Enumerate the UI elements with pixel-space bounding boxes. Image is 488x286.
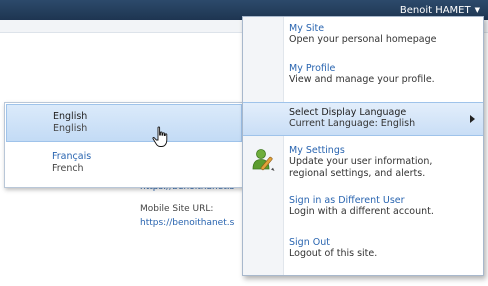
submenu-arrow-icon [470, 115, 475, 123]
menu-item-description-line-1: Update your user information, [289, 156, 433, 167]
menu-item-title: Sign in as Different User [289, 195, 405, 206]
language-english-name: French [52, 163, 84, 174]
language-option-english[interactable]: English English [6, 104, 242, 142]
menu-item-my-site[interactable]: My Site Open your personal homepage [243, 23, 483, 53]
menu-item-description: View and manage your profile. [289, 74, 435, 85]
language-option-french[interactable]: Français French [6, 145, 242, 183]
menu-item-description: Current Language: English [289, 118, 416, 129]
hand-pointer-icon [152, 126, 168, 147]
menu-item-my-profile[interactable]: My Profile View and manage your profile. [243, 63, 483, 93]
menu-item-my-settings[interactable]: My Settings Update your user information… [243, 145, 483, 187]
menu-item-description: Open your personal homepage [289, 34, 437, 45]
language-flyout-menu: English English Français French [4, 102, 244, 188]
mobile-site-url-link[interactable]: https://benoithanet.s [140, 218, 234, 228]
menu-item-sign-in-different-user[interactable]: Sign in as Different User Login with a d… [243, 195, 483, 225]
language-native-name: Français [52, 151, 92, 162]
menu-item-title: My Site [289, 23, 325, 34]
menu-item-title: Sign Out [289, 237, 330, 248]
menu-item-title: Select Display Language [289, 107, 407, 118]
language-native-name: English [53, 111, 88, 122]
language-english-name: English [53, 123, 88, 134]
menu-item-select-display-language[interactable]: Select Display Language Current Language… [243, 102, 483, 136]
menu-item-description-line-2: regional settings, and alerts. [289, 168, 426, 179]
menu-item-description: Login with a different account. [289, 206, 434, 217]
chevron-down-icon: ▼ [474, 6, 480, 14]
user-menu-dropdown: My Site Open your personal homepage My P… [242, 16, 484, 276]
menu-item-title: My Settings [289, 145, 345, 156]
user-name: Benoit HAMET [399, 5, 471, 16]
menu-item-sign-out[interactable]: Sign Out Logout of this site. [243, 237, 483, 267]
user-settings-icon [252, 149, 275, 171]
menu-item-description: Logout of this site. [289, 248, 378, 259]
mobile-site-url-label: Mobile Site URL: [140, 204, 214, 214]
menu-item-title: My Profile [289, 63, 336, 74]
